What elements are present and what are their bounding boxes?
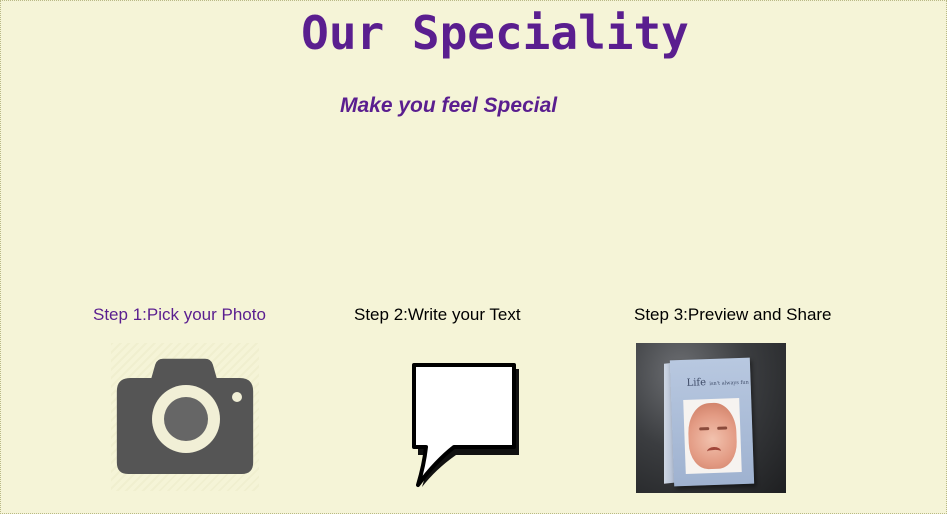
step-1-label[interactable]: Step 1:Pick your Photo (93, 304, 266, 326)
baby-eye-right (717, 426, 728, 430)
step-3-label[interactable]: Step 3:Preview and Share (634, 304, 832, 326)
baby-mouth (706, 446, 722, 457)
step-2-image[interactable] (406, 361, 522, 493)
page-subtitle: Make you feel Special (340, 94, 558, 117)
card-caption-main: Life (686, 377, 707, 389)
speech-bubble-icon (412, 363, 519, 487)
card-caption-small: isn't always fun (709, 379, 749, 388)
step-2-label[interactable]: Step 2:Write your Text (354, 304, 521, 326)
baby-photo (683, 398, 742, 474)
page-title: Our Speciality (301, 6, 689, 60)
baby-face (687, 402, 738, 470)
baby-eye-left (699, 427, 710, 431)
page-frame: Our Speciality Make you feel Special Ste… (0, 0, 947, 514)
step-1-image[interactable] (111, 343, 259, 491)
card-caption: Life isn't always fun (686, 376, 748, 389)
greeting-card: Life isn't always fun (669, 357, 755, 487)
step-3-image[interactable]: Life isn't always fun (636, 343, 786, 493)
camera-icon (116, 358, 254, 474)
